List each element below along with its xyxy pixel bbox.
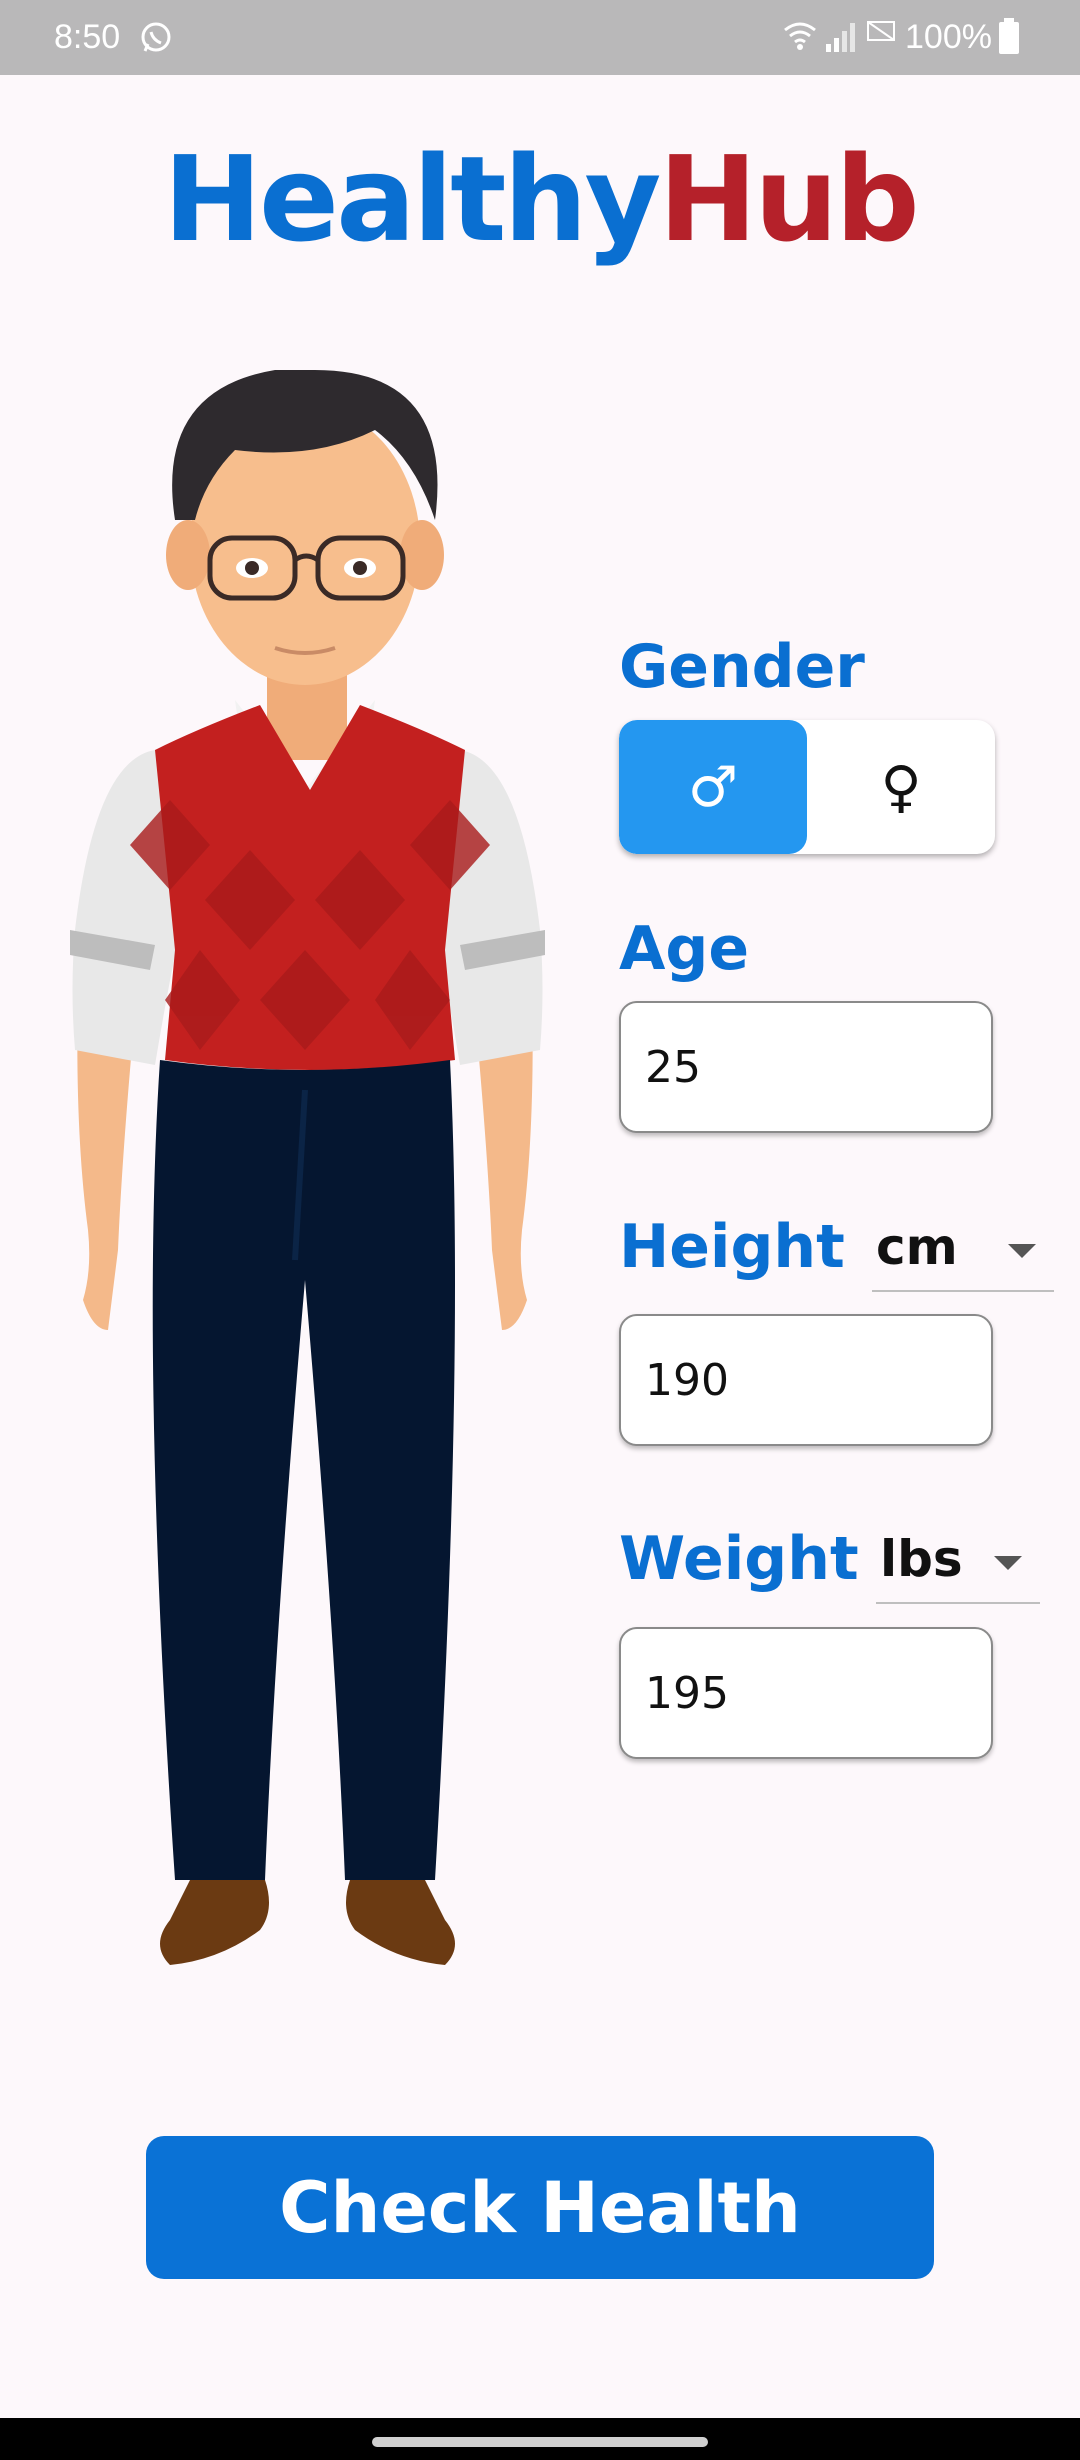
weight-input[interactable]: 195 xyxy=(619,1627,993,1759)
whatsapp-icon xyxy=(141,22,171,52)
chevron-down-icon xyxy=(1008,1244,1036,1258)
home-gesture-handle[interactable] xyxy=(372,2437,708,2447)
height-unit-dropdown[interactable]: cm xyxy=(872,1218,1054,1292)
logo-hub: Hub xyxy=(658,130,919,268)
age-label: Age xyxy=(619,914,750,984)
weight-unit-dropdown[interactable]: lbs xyxy=(876,1530,1040,1604)
gender-female-button[interactable]: ♀ xyxy=(807,720,995,854)
male-avatar-illustration xyxy=(70,370,545,1965)
weight-label: Weight xyxy=(619,1524,859,1594)
age-input[interactable]: 25 xyxy=(619,1001,993,1133)
gender-label: Gender xyxy=(619,632,865,702)
female-symbol-icon: ♀ xyxy=(880,754,922,820)
height-label: Height xyxy=(619,1212,845,1282)
logo-healthy: Healthy xyxy=(163,130,661,268)
signal-icon xyxy=(826,23,855,52)
app-logo: HealthyHub xyxy=(0,130,1080,268)
battery-percent: 100% xyxy=(905,18,992,56)
no-sim-icon xyxy=(867,21,895,41)
status-time: 8:50 xyxy=(54,18,121,56)
male-symbol-icon: ♂ xyxy=(687,754,739,820)
battery-icon xyxy=(999,18,1019,54)
height-input[interactable]: 190 xyxy=(619,1314,993,1446)
weight-unit-value: lbs xyxy=(880,1530,963,1588)
gender-toggle[interactable]: ♂ ♀ xyxy=(619,720,995,854)
height-unit-value: cm xyxy=(876,1218,958,1276)
gender-male-button[interactable]: ♂ xyxy=(619,720,807,854)
system-nav-bar xyxy=(0,2418,1080,2460)
chevron-down-icon xyxy=(994,1556,1022,1570)
check-health-button[interactable]: Check Health xyxy=(146,2136,934,2279)
status-bar: 8:50 100% xyxy=(0,0,1080,75)
wifi-icon xyxy=(784,22,816,50)
